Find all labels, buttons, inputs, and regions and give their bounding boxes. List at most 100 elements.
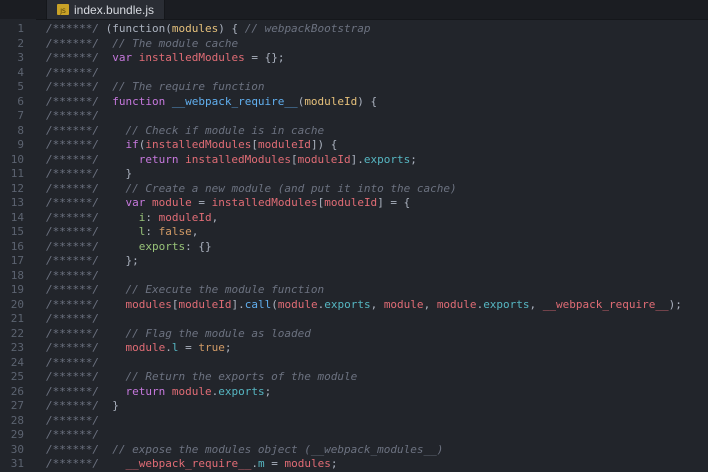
code-token: module [171,384,212,398]
code-token: /******/ [46,326,126,340]
code-token: ) { [357,94,378,108]
tab-index-bundle-js[interactable]: JS index.bundle.js [46,0,166,19]
code-token: , [423,297,437,311]
code-token: /******/ [46,297,126,311]
line-number: 8 [17,123,24,137]
code-token: module [436,297,477,311]
code-token: installedModules [145,138,252,151]
code-token: function [112,94,172,108]
code-token: = [178,341,199,354]
code-token: . [251,457,258,470]
code-line: 13 /******/ var module = installedModules… [0,196,708,211]
code-line: 15 /******/ l: false, [0,225,708,240]
code-token: = {}; [244,51,285,64]
code-token: , [191,225,199,238]
code-text: /******/ [46,356,99,371]
code-token: : [145,210,159,224]
code-token: m [257,457,265,470]
code-token: , [529,297,543,311]
code-token: moduleId [257,138,311,151]
code-line: 10 /******/ return installedModules[modul… [0,153,708,168]
code-token: installedModules [185,152,292,166]
code-token: } [112,399,119,412]
code-token: /******/ [46,109,99,122]
code-token: __webpack_require__ [125,457,252,470]
code-text: /******/ [46,269,99,284]
code-text: /******/ } [46,399,119,414]
line-number: 15 [10,225,24,238]
code-editor[interactable]: 1/******/ (function(modules) { // webpac… [0,19,708,470]
code-token: module [277,297,318,311]
line-number: 10 [10,152,24,166]
code-token: // Create a new module (and put it into … [125,181,457,195]
code-token: var [112,51,139,64]
code-token: ) { [218,22,245,35]
code-text: /******/ module.l = true; [46,341,231,356]
code-token: return [138,152,186,166]
code-token: /******/ [46,36,113,50]
code-text: /******/ i: moduleId, [46,211,218,226]
code-token: /******/ [46,152,139,166]
code-token: modules [171,22,219,35]
code-token: ; [224,341,232,354]
code-text: /******/ [46,428,99,443]
code-line: 23 /******/ module.l = true; [0,341,708,356]
code-token: /******/ [46,428,99,441]
code-line: 5 /******/ // The require function [0,80,708,95]
code-text: /******/ modules[moduleId].call(module.e… [46,298,682,313]
code-token: installedModules [211,196,318,209]
code-token: }; [125,254,139,267]
code-line: 4 /******/ [0,66,708,81]
code-token: /******/ [46,167,126,180]
code-token: // The require function [112,80,265,93]
code-token: /******/ [46,341,126,354]
code-token: /******/ [46,254,126,267]
code-token: module [383,297,424,311]
code-token: /******/ [46,239,139,253]
code-token: /******/ [46,457,126,470]
code-token: installedModules [138,51,245,64]
code-token: . [165,341,172,354]
line-number: 29 [10,428,24,441]
line-number: 13 [10,196,24,209]
code-token: /******/ [46,355,99,369]
line-number: 3 [17,51,24,64]
code-token: /******/ [46,22,106,35]
code-token: exports [483,297,530,311]
code-text: /******/ var installedModules = {}; [46,51,284,66]
line-number: 26 [10,384,24,398]
line-number: 19 [10,283,24,296]
code-token: [ [251,138,258,151]
code-token: , [370,297,384,311]
line-number: 16 [10,239,24,253]
code-line: 24 /******/ [0,356,708,371]
line-number: 27 [10,399,24,412]
js-file-icon: JS [57,4,69,15]
code-token: /******/ [46,123,126,137]
code-line: 20 /******/ modules[moduleId].call(module… [0,298,708,313]
code-line: 18 /******/ [0,269,708,284]
code-line: 21 /******/ [0,312,708,327]
code-token: moduleId [297,152,351,166]
code-token: = [191,196,212,209]
code-line: 31 /******/ __webpack_require__.m = modul… [0,457,708,472]
line-number: 24 [10,355,24,369]
code-line: 3 /******/ var installedModules = {}; [0,51,708,66]
code-token: // Return the exports of the module [125,370,358,383]
code-line: 22 /******/ // Flag the module as loaded [0,327,708,342]
code-text: /******/ function __webpack_require__(mo… [46,95,377,110]
code-line: 26 /******/ return module.exports; [0,385,708,400]
code-line: 9 /******/ if(installedModules[moduleId])… [0,138,708,153]
line-number: 9 [17,138,24,151]
code-token: /******/ [46,399,113,412]
code-line: 2 /******/ // The module cache [0,37,708,52]
code-token: ]) { [310,138,338,151]
code-token: false [158,225,192,238]
code-line: 1 /******/ (function(modules) { // webpac… [0,22,708,37]
code-token: : [145,225,159,238]
line-number: 22 [10,326,24,340]
code-token: [ [291,152,298,166]
line-number: 11 [10,167,24,180]
code-text: /******/ var module = installedModules[m… [46,196,410,211]
code-text: /******/ [46,312,99,327]
